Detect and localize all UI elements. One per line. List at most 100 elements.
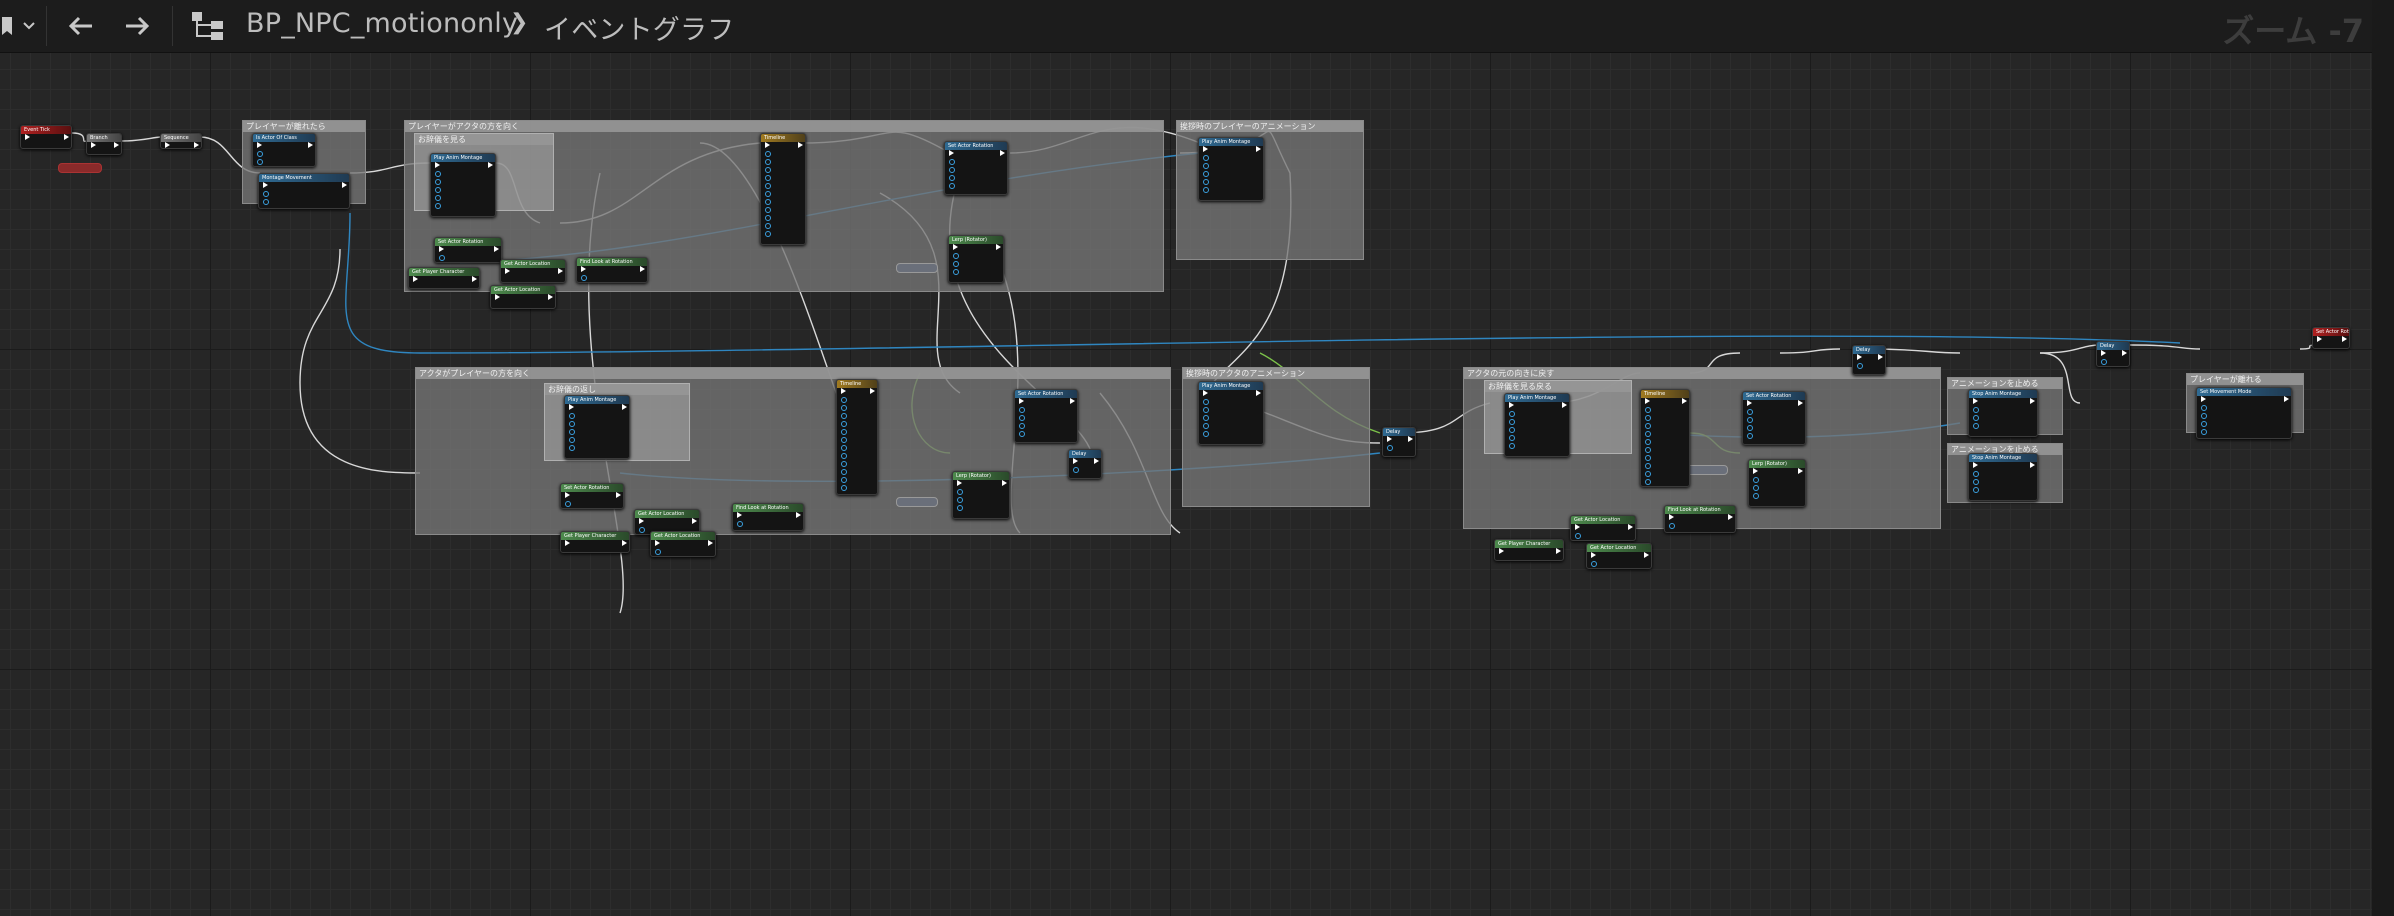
data-pin-icon[interactable] — [1857, 363, 1863, 369]
data-pin-icon[interactable] — [1203, 415, 1209, 421]
exec-pin-icon[interactable] — [2284, 396, 2289, 402]
data-pin-icon[interactable] — [569, 429, 575, 435]
data-pin-icon[interactable] — [765, 183, 771, 189]
data-pin-icon[interactable] — [435, 195, 441, 201]
exec-pin-icon[interactable] — [796, 512, 801, 518]
data-pin-icon[interactable] — [2201, 405, 2207, 411]
graph-node[interactable]: Find Look at Rotation — [576, 257, 648, 283]
exec-pin-icon[interactable] — [495, 294, 500, 300]
exec-pin-icon[interactable] — [1645, 398, 1650, 404]
data-pin-icon[interactable] — [1747, 409, 1753, 415]
graph-node[interactable]: Set Actor Rotation — [2312, 327, 2350, 349]
graph-node[interactable]: Timeline — [760, 133, 806, 245]
reroute-node[interactable] — [1684, 465, 1728, 475]
data-pin-icon[interactable] — [1019, 415, 1025, 421]
data-pin-icon[interactable] — [765, 215, 771, 221]
exec-pin-icon[interactable] — [1728, 514, 1733, 520]
data-pin-icon[interactable] — [1645, 447, 1651, 453]
data-pin-icon[interactable] — [1591, 561, 1597, 567]
data-pin-icon[interactable] — [1575, 533, 1581, 539]
data-pin-icon[interactable] — [953, 261, 959, 267]
exec-pin-icon[interactable] — [1798, 400, 1803, 406]
graph-node[interactable]: Find Look at Rotation — [1664, 505, 1736, 533]
data-pin-icon[interactable] — [435, 179, 441, 185]
graph-node[interactable]: Delay — [1382, 427, 1416, 457]
exec-pin-icon[interactable] — [565, 540, 570, 546]
exec-pin-icon[interactable] — [439, 246, 444, 252]
data-pin-icon[interactable] — [1019, 407, 1025, 413]
exec-pin-icon[interactable] — [413, 276, 418, 282]
data-pin-icon[interactable] — [435, 203, 441, 209]
data-pin-icon[interactable] — [1645, 479, 1651, 485]
data-pin-icon[interactable] — [1747, 433, 1753, 439]
exec-pin-icon[interactable] — [488, 162, 493, 168]
exec-pin-icon[interactable] — [737, 512, 742, 518]
exec-pin-icon[interactable] — [655, 540, 660, 546]
exec-pin-icon[interactable] — [1669, 514, 1674, 520]
exec-pin-icon[interactable] — [1094, 458, 1099, 464]
exec-pin-icon[interactable] — [1556, 548, 1561, 554]
exec-pin-icon[interactable] — [581, 266, 586, 272]
exec-pin-icon[interactable] — [505, 268, 510, 274]
arrow-right-icon[interactable] — [122, 10, 152, 42]
data-pin-icon[interactable] — [2201, 421, 2207, 427]
graph-node[interactable]: Play Anim Montage — [1504, 393, 1570, 457]
exec-pin-icon[interactable] — [1070, 398, 1075, 404]
data-pin-icon[interactable] — [953, 269, 959, 275]
data-pin-icon[interactable] — [2201, 413, 2207, 419]
data-pin-icon[interactable] — [1073, 467, 1079, 473]
exec-pin-icon[interactable] — [114, 142, 119, 148]
exec-pin-icon[interactable] — [949, 150, 954, 156]
exec-pin-icon[interactable] — [64, 134, 69, 140]
data-pin-icon[interactable] — [1645, 407, 1651, 413]
arrow-left-icon[interactable] — [66, 10, 96, 42]
data-pin-icon[interactable] — [569, 437, 575, 443]
data-pin-icon[interactable] — [765, 207, 771, 213]
data-pin-icon[interactable] — [957, 497, 963, 503]
exec-pin-icon[interactable] — [2201, 396, 2206, 402]
exec-pin-icon[interactable] — [1628, 524, 1633, 530]
data-pin-icon[interactable] — [1669, 523, 1675, 529]
graph-node[interactable]: Timeline — [1640, 389, 1690, 487]
data-pin-icon[interactable] — [2101, 359, 2107, 365]
data-pin-icon[interactable] — [1509, 435, 1515, 441]
data-pin-icon[interactable] — [435, 171, 441, 177]
breadcrumb-graph[interactable]: イベントグラフ — [544, 8, 734, 47]
graph-node[interactable]: Event Tick — [20, 125, 72, 149]
exec-pin-icon[interactable] — [472, 276, 477, 282]
exec-pin-icon[interactable] — [2342, 336, 2347, 342]
data-pin-icon[interactable] — [1019, 423, 1025, 429]
data-pin-icon[interactable] — [1973, 423, 1979, 429]
exec-pin-icon[interactable] — [435, 162, 440, 168]
exec-pin-icon[interactable] — [342, 182, 347, 188]
data-pin-icon[interactable] — [841, 445, 847, 451]
exec-pin-icon[interactable] — [1203, 390, 1208, 396]
bookmark-icon[interactable] — [0, 10, 14, 42]
exec-pin-icon[interactable] — [1798, 468, 1803, 474]
exec-pin-icon[interactable] — [1019, 398, 1024, 404]
exec-pin-icon[interactable] — [708, 540, 713, 546]
exec-pin-icon[interactable] — [569, 404, 574, 410]
data-pin-icon[interactable] — [1203, 155, 1209, 161]
data-pin-icon[interactable] — [581, 275, 587, 281]
reroute-node[interactable] — [896, 497, 938, 507]
exec-pin-icon[interactable] — [1644, 552, 1649, 558]
exec-pin-icon[interactable] — [692, 518, 697, 524]
data-pin-icon[interactable] — [1973, 471, 1979, 477]
exec-pin-icon[interactable] — [1753, 468, 1758, 474]
data-pin-icon[interactable] — [1753, 493, 1759, 499]
data-pin-icon[interactable] — [841, 469, 847, 475]
exec-pin-icon[interactable] — [2101, 350, 2106, 356]
data-pin-icon[interactable] — [655, 549, 661, 555]
exec-pin-icon[interactable] — [165, 142, 170, 148]
graph-canvas[interactable]: プレイヤーが離れたら プレイヤーがアクタの方を向く お辞儀を見る 挨拶時のプレイ… — [0, 53, 2372, 916]
exec-pin-icon[interactable] — [622, 404, 627, 410]
data-pin-icon[interactable] — [949, 167, 955, 173]
exec-pin-icon[interactable] — [308, 142, 313, 148]
graph-node[interactable]: Get Actor Location — [500, 259, 566, 283]
exec-pin-icon[interactable] — [2030, 462, 2035, 468]
exec-pin-icon[interactable] — [194, 142, 199, 148]
data-pin-icon[interactable] — [1203, 163, 1209, 169]
data-pin-icon[interactable] — [1509, 419, 1515, 425]
exec-pin-icon[interactable] — [1509, 402, 1514, 408]
